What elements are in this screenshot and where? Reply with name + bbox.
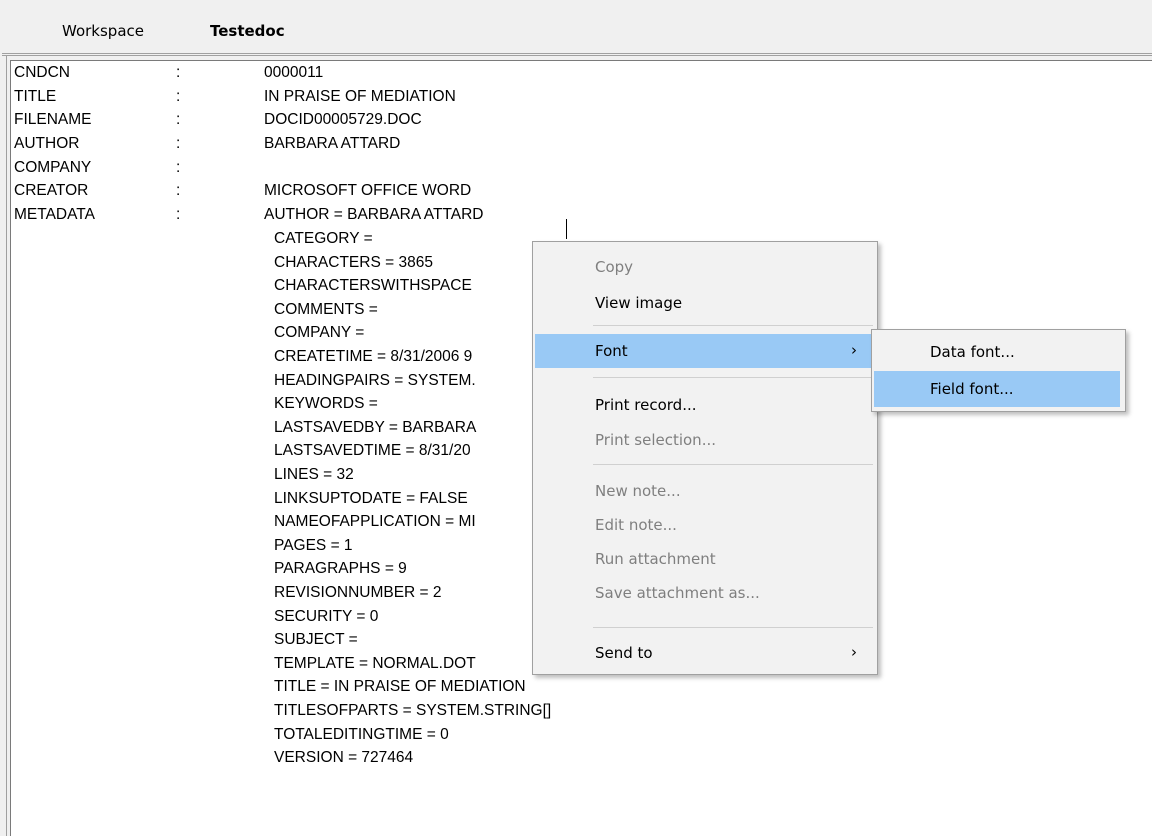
menu-item-new-note[interactable]: New note... [535, 474, 875, 508]
metadata-line[interactable]: LASTSAVEDBY = BARBARA [274, 419, 476, 439]
menu-item-send-to[interactable]: Send to › [535, 636, 875, 670]
menu-item-print-record[interactable]: Print record... [535, 388, 875, 422]
frame-border [6, 56, 7, 836]
metadata-line[interactable]: TITLESOFPARTS = SYSTEM.STRING[] [274, 702, 551, 722]
menu-item-copy[interactable]: Copy [535, 250, 875, 284]
menu-item-data-font[interactable]: Data font... [874, 334, 1120, 370]
metadata-line[interactable]: LINES = 32 [274, 466, 354, 486]
field-colon: : [176, 206, 181, 223]
metadata-line[interactable]: NAMEOFAPPLICATION = MI [274, 513, 476, 533]
metadata-line[interactable]: CHARACTERS = 3865 [274, 254, 433, 274]
menu-item-edit-note[interactable]: Edit note... [535, 508, 875, 542]
metadata-line[interactable]: CREATETIME = 8/31/2006 9 [274, 348, 472, 368]
metadata-line[interactable]: TITLE = IN PRAISE OF MEDIATION [274, 678, 526, 698]
metadata-line[interactable]: REVISIONNUMBER = 2 [274, 584, 442, 604]
menu-separator [593, 464, 873, 465]
menu-item-field-font[interactable]: Field font... [874, 371, 1120, 407]
field-value[interactable]: DOCID00005729.DOC [264, 111, 422, 129]
field-name: COMPANY [14, 159, 92, 176]
metadata-line[interactable]: SUBJECT = [274, 631, 358, 651]
tab-testedoc[interactable]: Testedoc [210, 22, 285, 40]
metadata-line[interactable]: COMMENTS = [274, 301, 378, 321]
menu-item-run-attachment[interactable]: Run attachment [535, 542, 875, 576]
menu-item-font[interactable]: Font › [535, 334, 875, 368]
tab-workspace[interactable]: Workspace [62, 22, 144, 40]
field-name: METADATA [14, 206, 95, 223]
field-name: CREATOR [14, 182, 89, 199]
metadata-line[interactable]: VERSION = 727464 [274, 749, 413, 769]
field-colon: : [176, 182, 181, 199]
submenu-arrow-icon: › [851, 643, 857, 661]
field-value[interactable]: IN PRAISE OF MEDIATION [264, 88, 456, 106]
metadata-line[interactable]: TOTALEDITINGTIME = 0 [274, 726, 449, 746]
field-name: TITLE [14, 88, 57, 105]
menu-separator [593, 377, 873, 378]
field-value[interactable]: AUTHOR = BARBARA ATTARD [264, 206, 483, 224]
field-value[interactable]: BARBARA ATTARD [264, 135, 400, 153]
metadata-line[interactable]: LASTSAVEDTIME = 8/31/20 [274, 442, 471, 462]
field-colon: : [176, 64, 181, 81]
menu-item-save-attachment-as[interactable]: Save attachment as... [535, 576, 875, 610]
field-colon: : [176, 135, 181, 152]
field-colon: : [176, 111, 181, 128]
tab-bar: Workspace Testedoc [0, 0, 1152, 60]
menu-item-view-image[interactable]: View image [535, 286, 875, 320]
field-colon: : [176, 88, 181, 105]
menu-separator [593, 627, 873, 628]
metadata-line[interactable]: HEADINGPAIRS = SYSTEM. [274, 372, 476, 392]
metadata-line[interactable]: PAGES = 1 [274, 537, 353, 557]
tab-divider [2, 53, 1152, 56]
metadata-line[interactable]: COMPANY = [274, 324, 364, 344]
font-submenu: Data font... Field font... [871, 329, 1126, 412]
menu-item-print-selection[interactable]: Print selection... [535, 423, 875, 457]
menu-separator [593, 325, 873, 326]
metadata-line[interactable]: KEYWORDS = [274, 395, 378, 415]
field-name: FILENAME [14, 111, 92, 128]
metadata-line[interactable]: CATEGORY = [274, 230, 373, 250]
field-value[interactable]: 0000011 [264, 64, 323, 82]
metadata-line[interactable]: SECURITY = 0 [274, 608, 378, 628]
field-name: CNDCN [14, 64, 70, 81]
field-value[interactable]: MICROSOFT OFFICE WORD [264, 182, 471, 200]
text-caret [566, 219, 567, 239]
metadata-line[interactable]: CHARACTERSWITHSPACE [274, 277, 472, 297]
submenu-arrow-icon: › [851, 341, 857, 359]
metadata-line[interactable]: LINKSUPTODATE = FALSE [274, 490, 468, 510]
context-menu: Copy View image Font › Print record... Pr… [532, 241, 878, 675]
field-name: AUTHOR [14, 135, 80, 152]
field-colon: : [176, 159, 181, 176]
metadata-line[interactable]: PARAGRAPHS = 9 [274, 560, 407, 580]
metadata-line[interactable]: TEMPLATE = NORMAL.DOT [274, 655, 476, 675]
